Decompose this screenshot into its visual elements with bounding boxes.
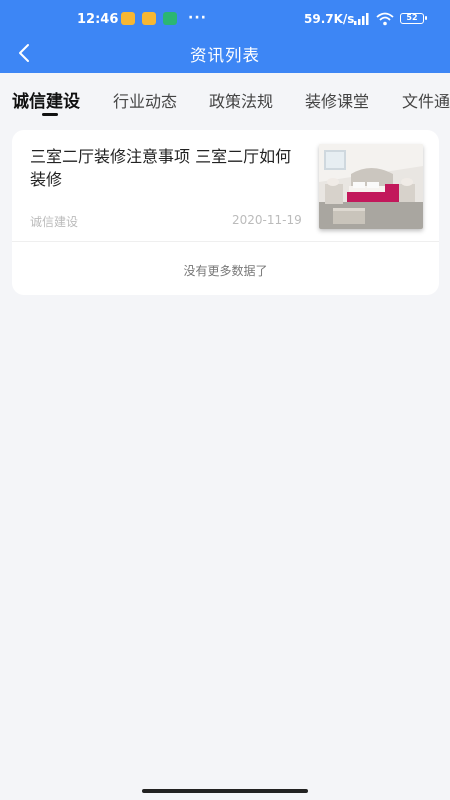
- app-header: 12:46 ··· 59.7K/s 52 资讯列表: [0, 0, 450, 73]
- home-indicator[interactable]: [142, 789, 308, 793]
- news-date: 2020-11-19: [232, 213, 302, 227]
- category-tabs: 诚信建设 行业动态 政策法规 装修课堂 文件通: [0, 73, 450, 125]
- notification-shield-icon: [163, 12, 177, 25]
- status-time: 12:46: [77, 12, 119, 27]
- tab-documents[interactable]: 文件通: [402, 88, 450, 112]
- tab-decoration-class[interactable]: 装修课堂: [305, 88, 369, 112]
- signal-icon: [354, 13, 369, 25]
- tab-policy[interactable]: 政策法规: [209, 88, 273, 112]
- wifi-icon: [376, 12, 394, 26]
- news-list-item[interactable]: 三室二厅装修注意事项 三室二厅如何装修 诚信建设 2020-11-19: [12, 130, 439, 241]
- more-notifications-icon: ···: [188, 10, 207, 26]
- notification-app-icon: [142, 12, 156, 25]
- news-thumbnail-image: [319, 144, 423, 229]
- page-title: 资讯列表: [190, 46, 260, 65]
- battery-icon: 52: [400, 13, 427, 24]
- network-speed: 59.7K/s: [304, 12, 355, 26]
- news-list-card: 三室二厅装修注意事项 三室二厅如何装修 诚信建设 2020-11-19 没有更多…: [12, 130, 439, 295]
- news-title: 三室二厅装修注意事项 三室二厅如何装修: [30, 147, 292, 189]
- status-bar: 12:46 ··· 59.7K/s 52: [0, 0, 450, 38]
- tab-integrity[interactable]: 诚信建设: [12, 87, 80, 112]
- no-more-data-text: 没有更多数据了: [183, 264, 268, 278]
- tab-industry-news[interactable]: 行业动态: [113, 88, 177, 112]
- news-category: 诚信建设: [30, 215, 79, 229]
- active-tab-indicator: [42, 113, 58, 116]
- divider: [12, 241, 439, 242]
- notification-app-icon: [121, 12, 135, 25]
